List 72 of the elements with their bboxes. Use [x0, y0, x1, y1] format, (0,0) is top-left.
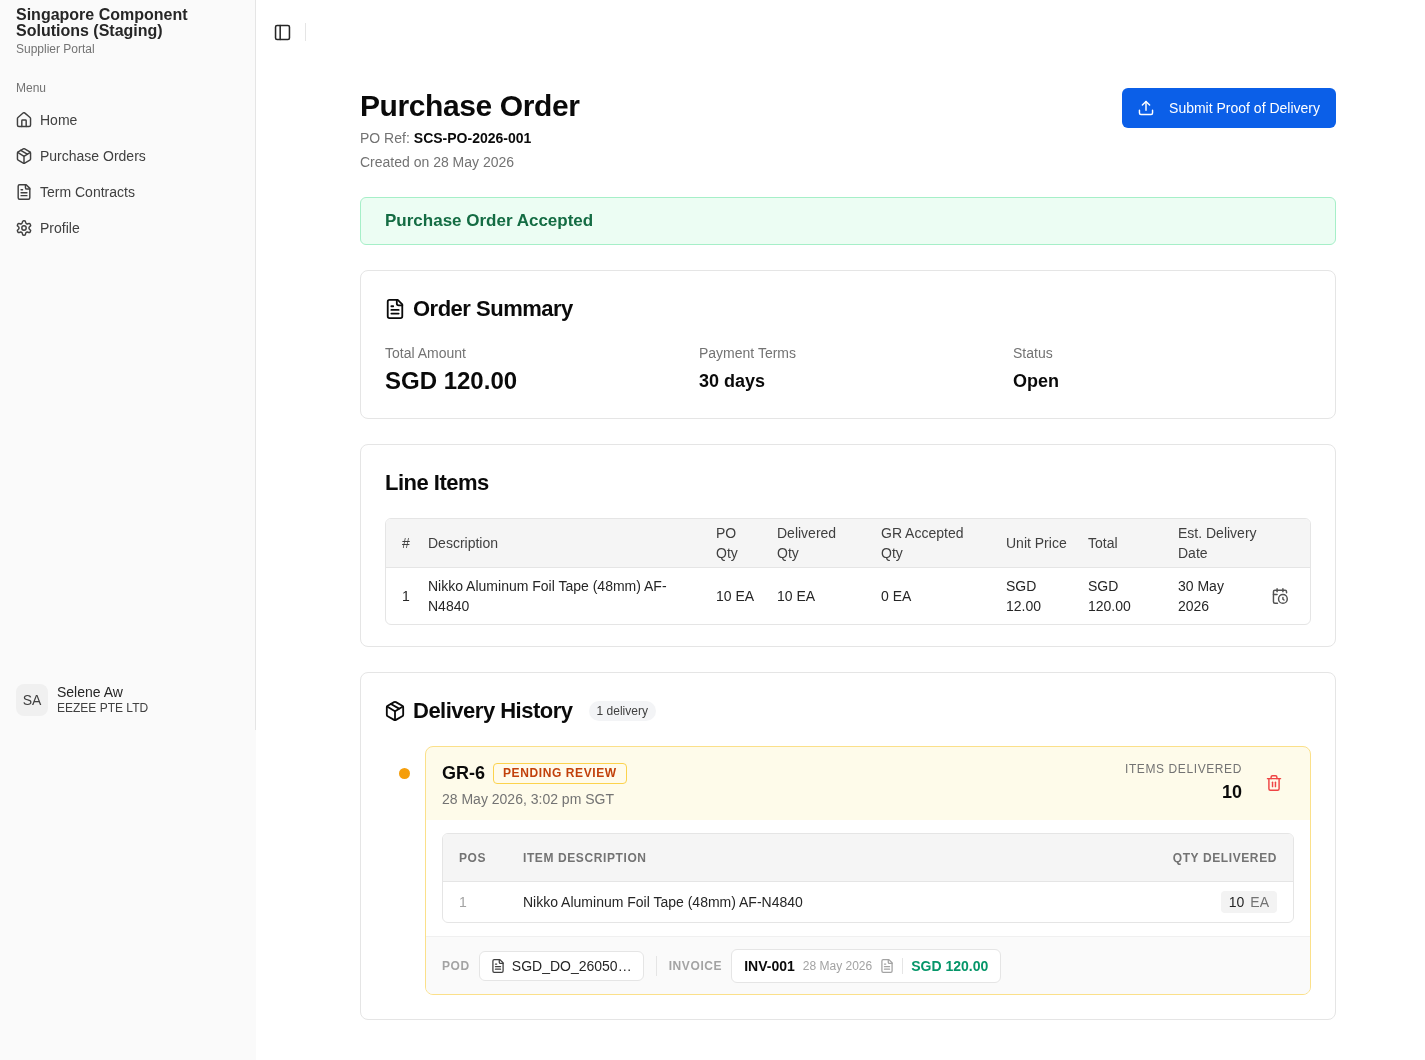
- card-title: Line Items: [385, 469, 489, 497]
- column-header: PO Qty: [704, 519, 765, 568]
- sidebar-item[interactable]: Term Contracts: [8, 176, 247, 208]
- invoice-amount: SGD 120.00: [911, 958, 989, 974]
- column-header: Total: [1076, 519, 1166, 568]
- items-delivered-count: 10: [1220, 781, 1242, 804]
- created-date: Created on 28 May 2026: [360, 153, 516, 172]
- sidebar-item[interactable]: Home: [8, 104, 247, 136]
- delivery-timestamp: 28 May 2026, 3:02 pm SGT: [442, 790, 615, 809]
- pod-label: POD: [442, 959, 470, 973]
- sidebar-item[interactable]: Purchase Orders: [8, 140, 247, 172]
- column-header: GR Accepted Qty: [869, 519, 994, 568]
- portal-name: Supplier Portal: [16, 41, 96, 57]
- column-header: QTY DELIVERED: [1093, 834, 1293, 882]
- table-cell: 10 EA: [704, 567, 765, 624]
- organization-name: Singapore Component Solutions (Staging): [16, 7, 189, 39]
- upload-icon: [1138, 100, 1155, 116]
- table-cell: SGD 12.00: [994, 567, 1076, 624]
- card-title: Order Summary: [413, 295, 573, 323]
- field-label: Payment Terms: [699, 344, 797, 363]
- po-ref-label: PO Ref:: [360, 129, 410, 148]
- column-header: Unit Price: [994, 519, 1076, 568]
- package-icon: [16, 148, 32, 164]
- package-icon: [385, 701, 405, 721]
- quantity-value: 10: [1228, 893, 1245, 911]
- quantity-unit: EA: [1250, 893, 1269, 911]
- home-icon: [16, 112, 32, 128]
- menu-label: Menu: [15, 80, 48, 96]
- invoice-number: INV-001: [744, 958, 795, 974]
- table-cell: 0 EA: [869, 567, 994, 624]
- calendar-clock-icon[interactable]: [1272, 588, 1288, 604]
- column-header: #: [386, 519, 416, 568]
- field-value: Open: [1013, 370, 1060, 393]
- submit-proof-button[interactable]: Submit Proof of Delivery: [1122, 88, 1336, 128]
- table-cell: SGD 120.00: [1076, 567, 1166, 624]
- document-icon: [385, 299, 405, 319]
- po-ref-value: SCS-PO-2026-001: [413, 129, 532, 148]
- sidebar-item[interactable]: Profile: [8, 212, 247, 244]
- status-banner: Purchase Order Accepted: [360, 197, 1336, 245]
- field-value: SGD 120.00: [385, 366, 519, 396]
- status-badge: PENDING REVIEW: [493, 762, 627, 784]
- field-label: Total Amount: [385, 344, 467, 363]
- items-delivered-label: ITEMS DELIVERED: [1124, 761, 1242, 777]
- company-name: EEZEE PTE LTD: [57, 701, 149, 716]
- column-header: Description: [416, 519, 704, 568]
- trash-icon[interactable]: [1266, 775, 1282, 791]
- field-value: 30 days: [699, 370, 767, 393]
- sidebar-toggle-icon[interactable]: [274, 23, 291, 41]
- page-title: Purchase Order: [360, 88, 580, 124]
- column-header: POS: [443, 834, 507, 882]
- invoice-date: 28 May 2026: [802, 959, 873, 973]
- pod-file-link[interactable]: SGD_DO_26050…: [478, 951, 644, 981]
- column-header: Delivered Qty: [765, 519, 869, 568]
- table-cell: 30 May 2026: [1166, 567, 1270, 624]
- table-cell: Nikko Aluminum Foil Tape (48mm) AF-N4840: [507, 881, 1093, 922]
- table-cell: 1: [443, 881, 507, 922]
- card-title: Delivery History: [413, 697, 573, 725]
- document-icon: [490, 959, 505, 973]
- delivery-id: GR-6: [442, 762, 485, 785]
- user-name: Selene Aw: [57, 684, 124, 701]
- field-label: Status: [1013, 344, 1054, 363]
- document-icon: [16, 184, 32, 200]
- invoice-label: INVOICE: [668, 959, 723, 973]
- column-header: ITEM DESCRIPTION: [507, 834, 1093, 882]
- document-icon: [880, 959, 895, 973]
- delivery-count-badge: 1 delivery: [588, 701, 656, 721]
- table-cell: 1: [386, 567, 416, 624]
- column-header: Est. Delivery Date: [1166, 519, 1270, 568]
- table-cell: 10 EA: [765, 567, 869, 624]
- settings-icon: [16, 220, 32, 236]
- table-cell: Nikko Aluminum Foil Tape (48mm) AF-N4840: [416, 567, 704, 624]
- user-avatar: SA: [16, 684, 48, 716]
